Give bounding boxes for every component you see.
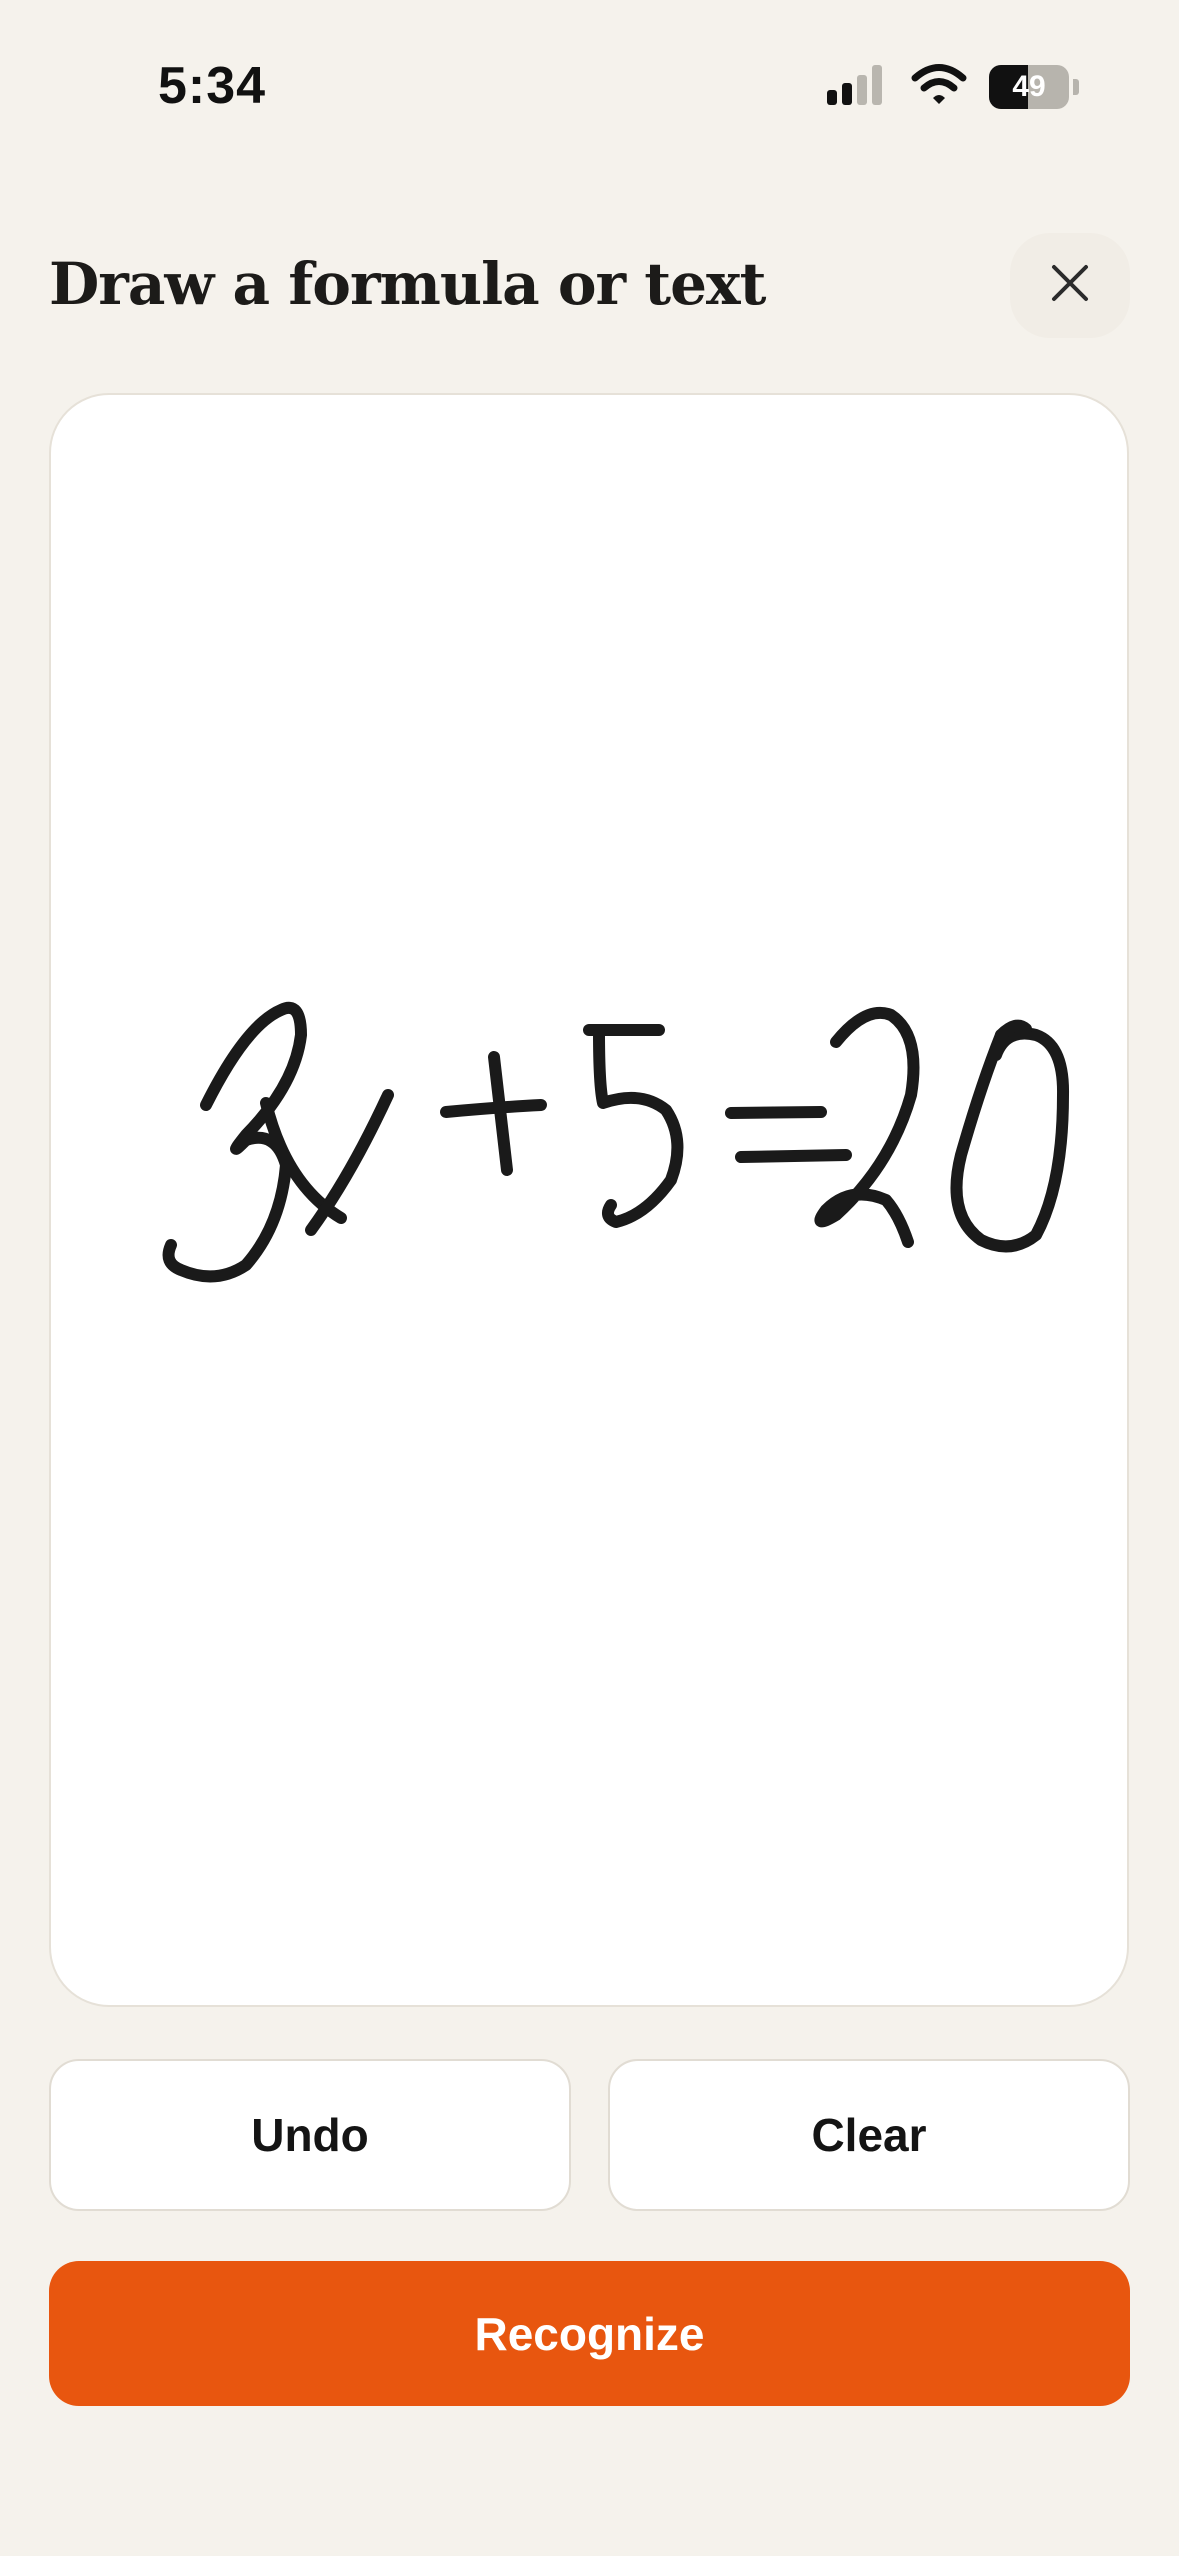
stroke-digit-0: [950, 1027, 1070, 1253]
recognize-button[interactable]: Recognize: [49, 2261, 1130, 2406]
stroke-equals-top: [725, 1106, 827, 1119]
stroke-digit-2: [814, 1006, 920, 1248]
stroke-letter-x-2: [305, 1089, 394, 1236]
status-bar: 5:34 49: [0, 0, 1179, 175]
stroke-equals-bottom: [735, 1149, 852, 1163]
wifi-icon: [911, 63, 967, 112]
clear-button[interactable]: Clear: [608, 2059, 1130, 2211]
battery-icon: 49: [989, 65, 1069, 109]
page-title: Draw a formula or text: [49, 250, 766, 318]
stroke-digit-5-body: [593, 1026, 684, 1228]
battery-cap: [1073, 79, 1079, 95]
cellular-signal-icon: [825, 63, 889, 112]
stroke-plus-vertical: [488, 1051, 513, 1176]
stroke-plus-horizontal: [440, 1099, 547, 1118]
drawing-canvas[interactable]: [49, 393, 1129, 2007]
status-icons: 49: [825, 62, 1079, 112]
handwriting-strokes: [162, 1001, 1070, 1283]
undo-button[interactable]: Undo: [49, 2059, 571, 2211]
close-button[interactable]: [1010, 233, 1130, 338]
status-time: 5:34: [158, 57, 267, 115]
battery-level: 49: [1012, 70, 1046, 103]
close-icon: [1050, 263, 1090, 308]
